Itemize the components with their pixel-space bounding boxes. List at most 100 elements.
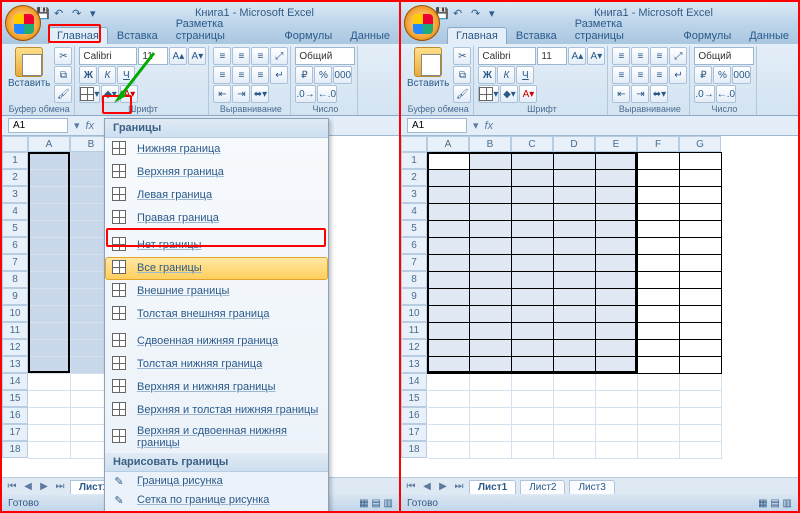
cell[interactable] — [470, 357, 512, 374]
row-header[interactable]: 1 — [401, 152, 427, 169]
menu-item[interactable]: ✎Сетка по границе рисунка — [105, 491, 328, 510]
percent-button[interactable]: % — [713, 66, 731, 84]
row-header[interactable]: 14 — [2, 373, 28, 390]
comma-button[interactable]: 000 — [732, 66, 751, 84]
cell[interactable] — [680, 306, 722, 323]
cell[interactable] — [554, 425, 596, 442]
cell[interactable] — [680, 357, 722, 374]
copy-button[interactable]: ⧉ — [453, 66, 471, 84]
cell[interactable] — [680, 272, 722, 289]
row-header[interactable]: 14 — [401, 373, 427, 390]
cell[interactable] — [596, 306, 638, 323]
row-header[interactable]: 15 — [401, 390, 427, 407]
merge-button[interactable]: ⬌▾ — [650, 85, 668, 103]
menu-item[interactable]: Правая граница — [105, 207, 328, 230]
menu-item[interactable]: Нижняя граница — [105, 138, 328, 161]
sheet-nav-next-icon[interactable]: ▶ — [38, 481, 50, 493]
select-all-corner[interactable] — [401, 136, 427, 152]
align-middle-button[interactable]: ≡ — [232, 47, 250, 65]
row-header[interactable]: 18 — [2, 441, 28, 458]
cell[interactable] — [638, 442, 680, 459]
italic-button[interactable]: К — [497, 66, 515, 84]
borders-button[interactable]: ▾ — [478, 85, 499, 103]
decrease-decimal-button[interactable]: ←.0 — [716, 85, 736, 103]
increase-indent-button[interactable]: ⇥ — [232, 85, 250, 103]
col-header[interactable]: G — [679, 136, 721, 152]
cell[interactable] — [554, 340, 596, 357]
format-painter-button[interactable]: 🖌 — [54, 85, 72, 103]
tab-layout[interactable]: Разметка страницы — [566, 15, 675, 44]
cell[interactable] — [554, 153, 596, 170]
align-right-button[interactable]: ≡ — [251, 66, 269, 84]
align-right-button[interactable]: ≡ — [650, 66, 668, 84]
cut-button[interactable]: ✂ — [453, 47, 471, 65]
row-header[interactable]: 1 — [2, 152, 28, 169]
wrap-text-button[interactable]: ↵ — [270, 66, 288, 84]
redo-icon[interactable]: ↷ — [72, 7, 84, 19]
row-header[interactable]: 12 — [401, 339, 427, 356]
cell[interactable] — [554, 442, 596, 459]
row-header[interactable]: 6 — [401, 237, 427, 254]
cell[interactable] — [596, 272, 638, 289]
shrink-font-button[interactable]: A▾ — [587, 47, 605, 65]
cell[interactable] — [512, 357, 554, 374]
row-header[interactable]: 5 — [2, 220, 28, 237]
cell[interactable] — [638, 340, 680, 357]
cell[interactable] — [470, 187, 512, 204]
borders-button[interactable]: ▾ — [79, 85, 100, 103]
menu-item[interactable]: Все границы — [105, 257, 328, 280]
cell[interactable] — [512, 323, 554, 340]
underline-button[interactable]: Ч — [516, 66, 534, 84]
cell[interactable] — [470, 204, 512, 221]
underline-button[interactable]: Ч — [117, 66, 135, 84]
cell[interactable] — [554, 238, 596, 255]
sheet-nav-last-icon[interactable]: ⏭ — [453, 481, 465, 493]
tab-insert[interactable]: Вставка — [507, 27, 566, 44]
fx-icon[interactable]: fx — [485, 120, 494, 132]
cell[interactable] — [470, 289, 512, 306]
cell[interactable] — [638, 289, 680, 306]
col-header[interactable]: A — [427, 136, 469, 152]
cell[interactable] — [428, 323, 470, 340]
cell[interactable] — [638, 425, 680, 442]
cell[interactable] — [554, 289, 596, 306]
font-size-select[interactable]: 11 — [138, 47, 168, 65]
col-header[interactable]: B — [469, 136, 511, 152]
cell[interactable] — [596, 374, 638, 391]
cell[interactable] — [470, 153, 512, 170]
cell[interactable] — [596, 204, 638, 221]
view-icons[interactable]: ▦ ▤ ▥ — [359, 498, 393, 509]
percent-button[interactable]: % — [314, 66, 332, 84]
cell[interactable] — [680, 442, 722, 459]
cell[interactable] — [28, 356, 70, 373]
cell[interactable] — [596, 187, 638, 204]
cell[interactable] — [680, 408, 722, 425]
cell[interactable] — [512, 442, 554, 459]
cell[interactable] — [680, 187, 722, 204]
cell[interactable] — [28, 271, 70, 288]
spreadsheet-grid[interactable]: A B C D E F G 12345678910111213141516171… — [401, 136, 798, 477]
cell[interactable] — [428, 170, 470, 187]
cell[interactable] — [596, 170, 638, 187]
cell[interactable] — [512, 255, 554, 272]
menu-item[interactable]: Верхняя и сдвоенная нижняя границы — [105, 422, 328, 453]
cell[interactable] — [28, 254, 70, 271]
cell[interactable] — [470, 238, 512, 255]
sheet-nav-prev-icon[interactable]: ◀ — [421, 481, 433, 493]
bold-button[interactable]: Ж — [478, 66, 496, 84]
menu-item[interactable]: Левая граница — [105, 184, 328, 207]
tab-formulas[interactable]: Формулы — [674, 27, 740, 44]
row-header[interactable]: 11 — [2, 322, 28, 339]
fill-color-button[interactable]: ◆▾ — [500, 85, 518, 103]
cell[interactable] — [512, 374, 554, 391]
increase-decimal-button[interactable]: .0→ — [295, 85, 315, 103]
cell[interactable] — [512, 221, 554, 238]
row-header[interactable]: 6 — [2, 237, 28, 254]
cell[interactable] — [638, 391, 680, 408]
dropdown-icon[interactable]: ▾ — [74, 119, 80, 132]
col-header[interactable]: F — [637, 136, 679, 152]
row-header[interactable]: 2 — [401, 169, 427, 186]
sheet-tab[interactable]: Лист1 — [469, 480, 516, 494]
col-header[interactable]: A — [28, 136, 70, 152]
cell[interactable] — [680, 289, 722, 306]
